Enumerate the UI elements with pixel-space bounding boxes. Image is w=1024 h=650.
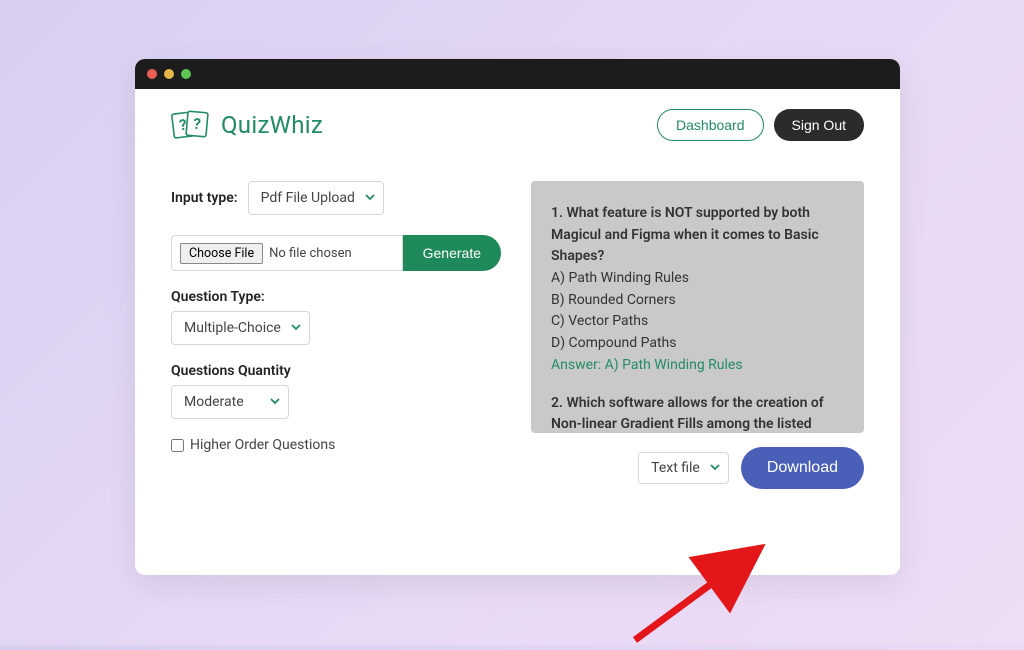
input-type-label: Input type: <box>171 190 238 206</box>
main-content: Input type: Pdf File Upload Choose File … <box>135 151 900 489</box>
input-type-value: Pdf File Upload <box>261 190 355 206</box>
generate-button[interactable]: Generate <box>403 235 501 271</box>
chevron-down-icon <box>270 394 280 410</box>
download-format-value: Text file <box>651 460 700 476</box>
quantity-group: Questions Quantity Moderate <box>171 363 501 419</box>
header-buttons: Dashboard Sign Out <box>657 109 864 141</box>
question-title: 1. What feature is NOT supported by both… <box>551 203 844 268</box>
question-option: B) Rounded Corners <box>551 290 844 312</box>
window-maximize-icon[interactable] <box>181 69 191 79</box>
choose-file-button[interactable]: Choose File <box>180 243 263 264</box>
app-window: ? ? QuizWhiz Dashboard Sign Out Input ty… <box>135 59 900 575</box>
window-close-icon[interactable] <box>147 69 157 79</box>
question-type-value: Multiple-Choice <box>184 320 281 336</box>
file-input[interactable]: Choose File No file chosen <box>171 235 403 271</box>
logo[interactable]: ? ? QuizWhiz <box>171 110 323 140</box>
quantity-value: Moderate <box>184 394 244 410</box>
quantity-label: Questions Quantity <box>171 363 501 379</box>
question-type-label: Question Type: <box>171 289 501 305</box>
question-option: A) Path Winding Rules <box>551 268 844 290</box>
header: ? ? QuizWhiz Dashboard Sign Out <box>135 89 900 151</box>
download-button[interactable]: Download <box>741 447 864 489</box>
question-option: D) Compound Paths <box>551 333 844 355</box>
question-type-group: Question Type: Multiple-Choice <box>171 289 501 345</box>
higher-order-label: Higher Order Questions <box>190 437 335 453</box>
titlebar <box>135 59 900 89</box>
quantity-select[interactable]: Moderate <box>171 385 289 419</box>
right-column: 1. What feature is NOT supported by both… <box>531 181 864 489</box>
chevron-down-icon <box>710 460 720 476</box>
higher-order-checkbox-row[interactable]: Higher Order Questions <box>171 437 501 453</box>
question-option: C) Vector Paths <box>551 311 844 333</box>
chevron-down-icon <box>291 320 301 336</box>
signout-button[interactable]: Sign Out <box>774 109 864 141</box>
download-row: Text file Download <box>531 447 864 489</box>
input-type-row: Input type: Pdf File Upload <box>171 181 501 215</box>
window-minimize-icon[interactable] <box>164 69 174 79</box>
logo-icon: ? ? <box>171 110 213 140</box>
question-title: 2. Which software allows for the creatio… <box>551 393 844 434</box>
dashboard-button[interactable]: Dashboard <box>657 109 764 141</box>
question-answer: Answer: A) Path Winding Rules <box>551 355 844 377</box>
chevron-down-icon <box>365 190 375 206</box>
input-type-select[interactable]: Pdf File Upload <box>248 181 384 215</box>
results-box: 1. What feature is NOT supported by both… <box>531 181 864 433</box>
question-block: 1. What feature is NOT supported by both… <box>551 203 844 377</box>
download-format-select[interactable]: Text file <box>638 452 729 484</box>
svg-text:?: ? <box>192 115 201 134</box>
question-type-select[interactable]: Multiple-Choice <box>171 311 310 345</box>
question-block: 2. Which software allows for the creatio… <box>551 393 844 434</box>
file-status: No file chosen <box>269 246 352 261</box>
left-column: Input type: Pdf File Upload Choose File … <box>171 181 501 489</box>
higher-order-checkbox[interactable] <box>171 439 184 452</box>
logo-text: QuizWhiz <box>221 111 323 139</box>
file-row: Choose File No file chosen Generate <box>171 235 501 271</box>
